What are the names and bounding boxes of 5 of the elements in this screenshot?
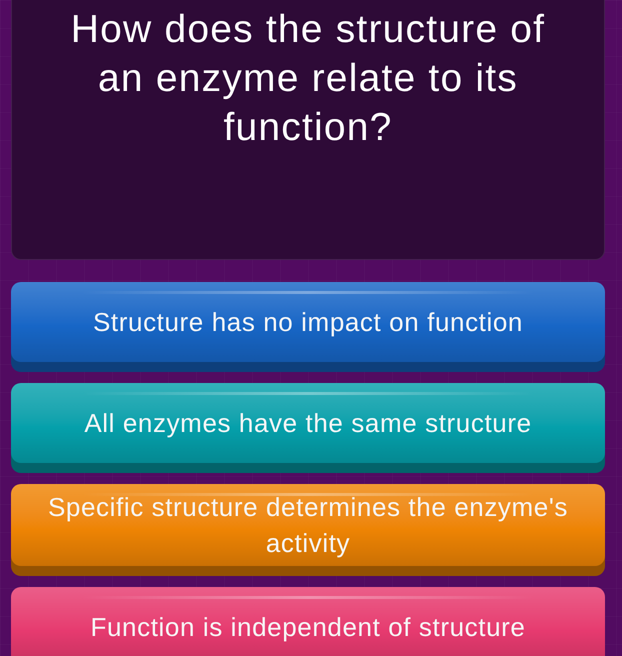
answer-button[interactable]: Function is independent of structure	[11, 587, 605, 656]
answer-button[interactable]: All enzymes have the same structure	[11, 383, 605, 463]
answer-button[interactable]: Specific structure determines the enzyme's activity	[11, 484, 605, 566]
answer-button[interactable]: Structure has no impact on function	[11, 282, 605, 362]
question-text: How does the structure of an enzyme relate to its function?	[70, 7, 546, 151]
